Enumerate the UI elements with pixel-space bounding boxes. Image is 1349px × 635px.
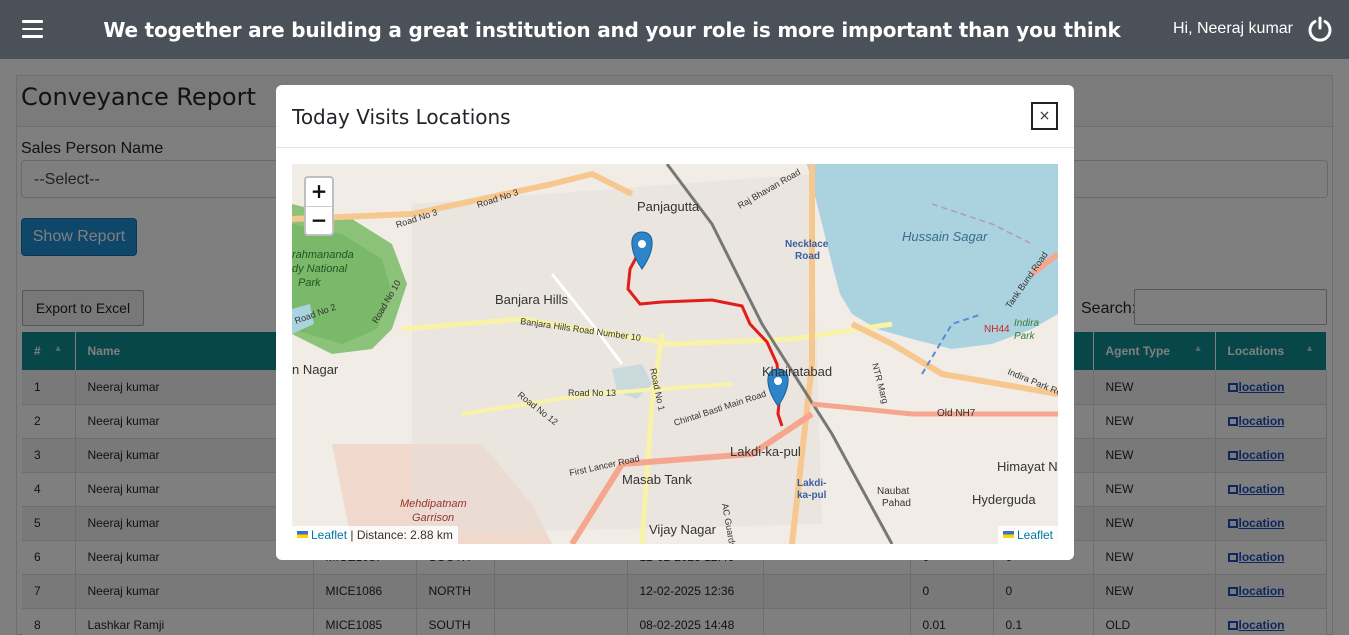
map-label: NH44 bbox=[984, 324, 1010, 335]
map-label: ka-pul bbox=[797, 490, 827, 501]
map-label: Pahad bbox=[882, 498, 911, 509]
map-label: NTR Marg bbox=[870, 362, 890, 405]
map-label: Masab Tank bbox=[622, 472, 692, 487]
map-label: Park bbox=[298, 277, 321, 289]
map-label: Garrison bbox=[412, 512, 454, 524]
map-label: Mehdipatnam bbox=[400, 498, 467, 510]
modal-divider bbox=[276, 147, 1074, 148]
visits-modal: Today Visits Locations × Panjagutta Banj… bbox=[276, 85, 1074, 560]
map-label: Naubat bbox=[877, 486, 909, 497]
map-canvas[interactable]: Panjagutta Banjara Hills Hussain Sagar N… bbox=[292, 164, 1058, 544]
map-label: n Nagar bbox=[292, 362, 339, 377]
map-label: Vijay Nagar bbox=[649, 522, 717, 537]
map-attribution-right: Leaflet bbox=[997, 526, 1058, 544]
map-label: Indira Park Ro bbox=[1006, 367, 1058, 398]
ukraine-flag-icon bbox=[1002, 531, 1014, 538]
map-label: Road bbox=[795, 251, 820, 262]
power-icon[interactable] bbox=[1307, 16, 1333, 42]
header-tagline: We together are building a great institu… bbox=[103, 18, 1121, 42]
map-label: Road No 13 bbox=[568, 388, 616, 398]
leaflet-link[interactable]: Leaflet bbox=[1017, 528, 1053, 542]
map-label: Park bbox=[1014, 331, 1036, 342]
map-attribution-left: Leaflet | Distance: 2.88 km bbox=[292, 526, 458, 544]
distance-label: | Distance: 2.88 km bbox=[347, 528, 453, 542]
map[interactable]: Panjagutta Banjara Hills Hussain Sagar N… bbox=[292, 164, 1058, 544]
zoom-in-button[interactable]: + bbox=[306, 178, 332, 206]
map-label: Old NH7 bbox=[937, 408, 976, 419]
map-label: Hyderguda bbox=[972, 492, 1036, 507]
leaflet-link[interactable]: Leaflet bbox=[311, 528, 347, 542]
map-label: rahmananda bbox=[292, 249, 354, 261]
map-label: Lakdi-ka-pul bbox=[730, 444, 801, 459]
map-label: Indira bbox=[1014, 318, 1039, 329]
map-label: Lakdi- bbox=[797, 478, 826, 489]
user-greeting: Hi, Neeraj kumar bbox=[1172, 20, 1293, 37]
map-label: Himayat N bbox=[997, 459, 1058, 474]
modal-title: Today Visits Locations bbox=[292, 105, 511, 129]
zoom-out-button[interactable]: − bbox=[306, 206, 332, 234]
map-label: Necklace bbox=[785, 239, 829, 250]
map-label: dy National bbox=[292, 263, 348, 275]
map-label: Banjara Hills bbox=[495, 292, 568, 307]
zoom-control: + − bbox=[304, 176, 334, 236]
map-label: Panjagutta bbox=[637, 199, 700, 214]
map-label: Hussain Sagar bbox=[902, 229, 988, 244]
close-button[interactable]: × bbox=[1031, 102, 1058, 130]
ukraine-flag-icon bbox=[297, 531, 308, 538]
top-bar: We together are building a great institu… bbox=[0, 0, 1349, 59]
map-label: Khairatabad bbox=[762, 364, 832, 379]
